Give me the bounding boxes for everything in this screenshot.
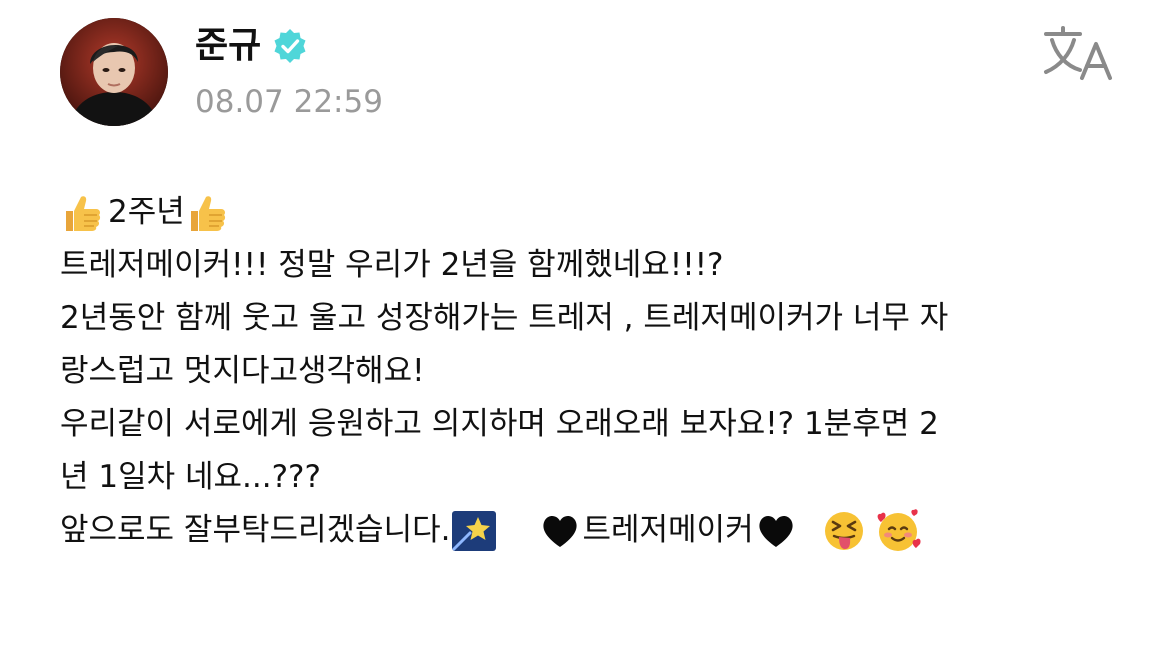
black-heart-emoji-right [754, 509, 798, 553]
shooting-star-emoji [450, 509, 498, 553]
post-line-7b-text: 트레저메이커 [582, 512, 754, 548]
post-line-5: 우리같이 서로에게 응원하고 의지하며 오래오래 보자요!? 1분후면 2 [60, 406, 939, 442]
post-line-1: 2주년 [60, 186, 1140, 239]
post-line-6: 년 1일차 네요...??? [60, 459, 321, 495]
translate-icon [1044, 26, 1112, 80]
post-timestamp: 08.07 22:59 [195, 84, 383, 120]
post-line-4: 랑스럽고 멋지다고생각해요! [60, 353, 425, 389]
thumbs-up-emoji-left [60, 191, 104, 235]
squinting-face-with-tongue-emoji [822, 509, 866, 553]
verified-badge-icon [271, 27, 309, 65]
post-body: 2주년 트레저메이커!!! 정말 우리가 2년을 함께했네요!!!? 2년동안 … [60, 186, 1140, 557]
post-line-2: 트레저메이커!!! 정말 우리가 2년을 함께했네요!!!? [60, 247, 724, 283]
post-line-1-text: 2주년 [108, 194, 185, 230]
post-line-7: 앞으로도 잘부탁드리겠습니다. 트레저메이커 [60, 504, 1140, 557]
author-name[interactable]: 준규 [195, 22, 309, 70]
fan-post: 준규 08.07 22:59 2주년 트레저메이커!!! 정말 우리가 2년을 … [0, 0, 1169, 658]
post-line-3: 2년동안 함께 웃고 울고 성장해가는 트레저 , 트레저메이커가 너무 자 [60, 300, 949, 336]
post-line-7a-text: 앞으로도 잘부탁드리겠습니다. [60, 512, 451, 548]
thumbs-up-emoji-right [185, 191, 229, 235]
author-name-text: 준규 [195, 25, 262, 66]
author-avatar[interactable] [60, 18, 168, 126]
smiling-face-with-hearts-emoji [874, 508, 922, 554]
black-heart-emoji-left [538, 509, 582, 553]
translate-button[interactable] [1040, 22, 1116, 86]
